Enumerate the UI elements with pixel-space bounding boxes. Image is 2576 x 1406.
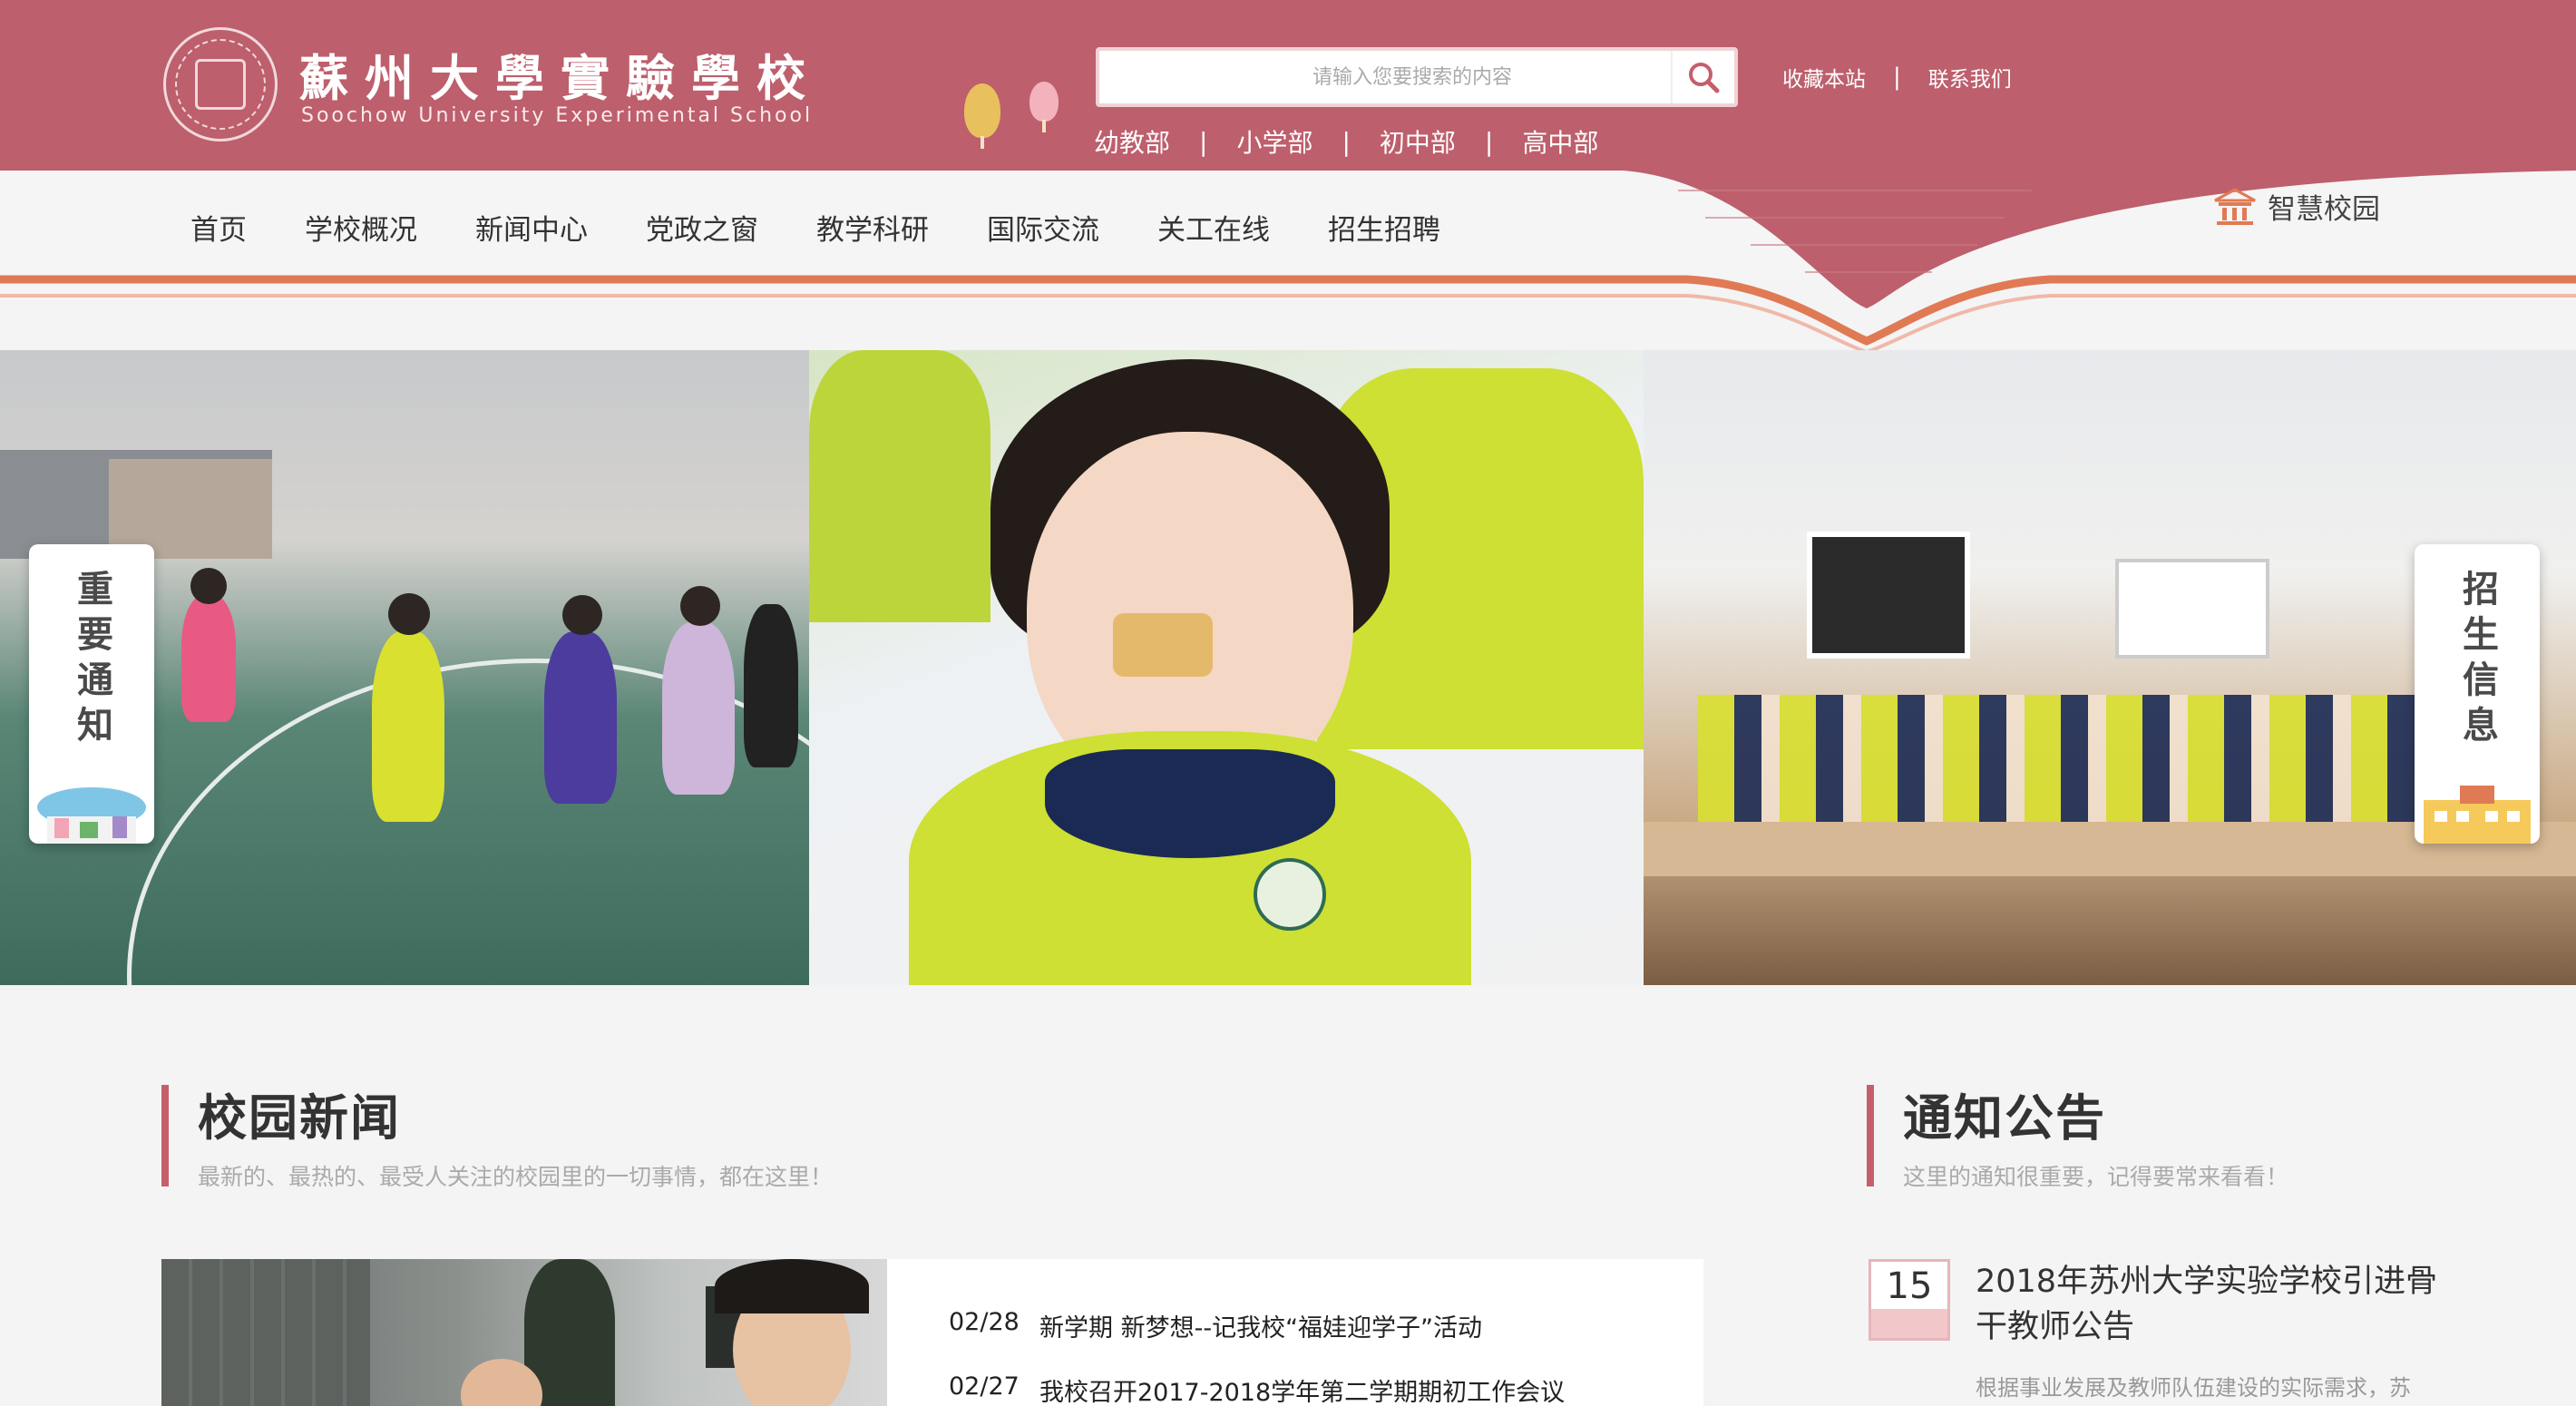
school-name-chinese[interactable]: 蘇州大學實驗學校 [299, 38, 822, 110]
header-bar: 蘇州大學實驗學校 Soochow University Experimental… [0, 0, 2576, 171]
child-figure [544, 631, 617, 804]
dept-kindergarten-link[interactable]: 幼教部 [1094, 123, 1170, 160]
smart-campus-label: 智慧校园 [2268, 193, 2380, 226]
dept-junior-high-link[interactable]: 初中部 [1380, 123, 1456, 160]
uniform-badge [1254, 858, 1326, 931]
smart-campus-link[interactable]: 智慧校园 [2213, 186, 2380, 227]
child-head [680, 586, 720, 626]
contact-link[interactable]: 联系我们 [1928, 62, 2012, 93]
whiteboard [2115, 559, 2269, 659]
notice-title-link[interactable]: 2018年苏州大学实验学校引进骨干教师公告 [1976, 1259, 2447, 1350]
news-list: 02/28 新学期 新梦想--记我校“福娃迎学子”活动 02/27 我校召开20… [949, 1308, 1565, 1406]
notice-section-title: 通知公告 [1903, 1089, 2106, 1147]
school-building-illustration [2424, 786, 2531, 844]
hero-banner[interactable]: 重要通知 招生信息 [0, 350, 2576, 985]
news-section-subtitle: 最新的、最热的、最受人关注的校园里的一切事情，都在这里！ [198, 1164, 834, 1190]
man-hair [715, 1259, 869, 1313]
brick-wall [161, 1259, 370, 1406]
dept-separator: | [1484, 126, 1494, 157]
important-notice-label: 重要通知 [71, 570, 112, 751]
admission-info-label: 招生信息 [2456, 570, 2498, 751]
important-notice-tab[interactable]: 重要通知 [29, 544, 154, 844]
town-illustration [37, 787, 146, 844]
dept-primary-link[interactable]: 小学部 [1236, 123, 1312, 160]
news-title: 新学期 新梦想--记我校“福娃迎学子”活动 [1039, 1314, 1483, 1343]
notice-section-subtitle: 这里的通知很重要，记得要常来看看！ [1903, 1164, 2289, 1190]
uniform-collar [1045, 749, 1335, 858]
child-head [562, 595, 602, 635]
open-book-decoration [0, 163, 2576, 354]
news-item[interactable]: 02/28 新学期 新梦想--记我校“福娃迎学子”活动 [949, 1308, 1565, 1343]
school-seal-logo[interactable] [163, 27, 278, 142]
news-section-bar [161, 1085, 169, 1186]
students-row [1698, 695, 2478, 840]
dept-separator: | [1199, 126, 1208, 157]
notice-day: 15 [1886, 1265, 1933, 1307]
bookmark-link[interactable]: 收藏本站 [1782, 62, 1866, 93]
search-box [1096, 47, 1738, 107]
child-figure [372, 631, 444, 822]
top-links: 收藏本站 | 联系我们 [1782, 62, 2012, 93]
child-figure [181, 595, 236, 722]
child-figure [744, 604, 798, 767]
notice-date-badge: 15 [1869, 1259, 1950, 1341]
school-name-english: Soochow University Experimental School [301, 104, 814, 127]
girl-eating-photo [809, 350, 1644, 985]
projector-screen [1807, 532, 1970, 659]
news-item[interactable]: 02/27 我校召开2017-2018学年第二学期期初工作会议 [949, 1372, 1565, 1406]
news-section-title: 校园新闻 [198, 1089, 401, 1147]
search-button[interactable] [1671, 51, 1734, 103]
child-head [388, 593, 430, 635]
dept-senior-high-link[interactable]: 高中部 [1522, 123, 1598, 160]
link-separator: | [1893, 63, 1901, 91]
building-icon [2214, 187, 2256, 225]
child-head [190, 568, 227, 604]
notice-section-bar [1867, 1085, 1874, 1186]
search-icon [1689, 63, 1720, 93]
news-date: 02/27 [949, 1372, 1020, 1401]
child-figure [662, 622, 735, 795]
child-background [809, 350, 990, 622]
news-title: 我校召开2017-2018学年第二学期期初工作会议 [1039, 1379, 1566, 1406]
seal-inner-mark [195, 59, 246, 110]
yellow-tree-icon [964, 83, 1000, 149]
search-input[interactable] [1099, 51, 1671, 103]
dept-separator: | [1342, 126, 1351, 157]
admission-info-tab[interactable]: 招生信息 [2415, 544, 2540, 844]
pink-tree-icon [1029, 82, 1059, 132]
department-links: 幼教部 | 小学部 | 初中部 | 高中部 [1094, 123, 1598, 160]
notice-date-strip [1871, 1309, 1947, 1338]
snack [1113, 613, 1213, 677]
notice-description: 根据事业发展及教师队伍建设的实际需求，苏 [1976, 1375, 2411, 1401]
news-date: 02/28 [949, 1308, 1020, 1336]
news-photo[interactable] [161, 1259, 887, 1406]
